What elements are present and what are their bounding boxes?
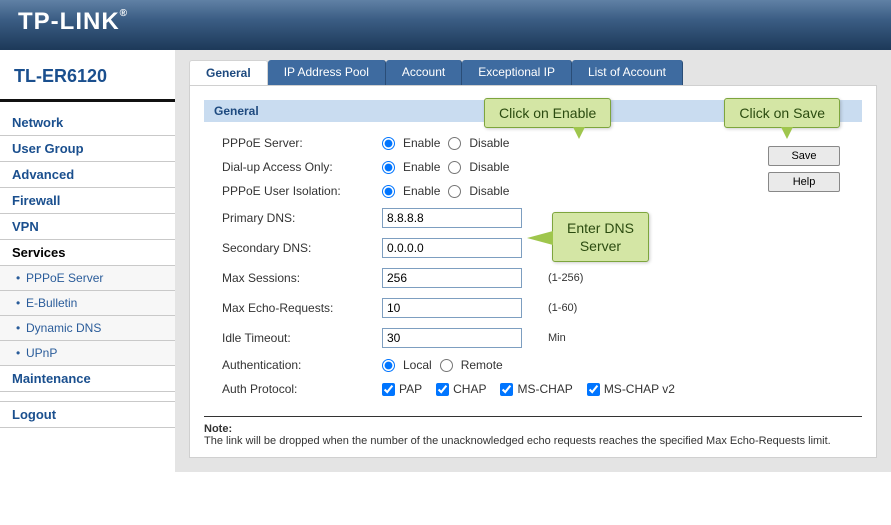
lbl-isolation: PPPoE User Isolation: [222, 184, 382, 198]
sidebar-item-network[interactable]: Network [0, 110, 175, 136]
sidebar-item-usergroup[interactable]: User Group [0, 136, 175, 162]
sidebar-item-services[interactable]: Services [0, 240, 175, 266]
lbl-max-echo: Max Echo-Requests: [222, 301, 382, 315]
tab-exceptional-ip[interactable]: Exceptional IP [462, 60, 572, 85]
note-section: Note: The link will be dropped when the … [204, 416, 862, 447]
radio-pppoe-disable[interactable] [448, 137, 461, 150]
hint-idle: Min [548, 332, 862, 344]
chk-mschap2[interactable] [587, 383, 600, 396]
sidebar-spacer [0, 392, 175, 402]
sidebar-item-vpn[interactable]: VPN [0, 214, 175, 240]
header: TP-LINK® [0, 0, 891, 50]
content-area: General IP Address Pool Account Exceptio… [175, 50, 891, 472]
sidebar-item-firewall[interactable]: Firewall [0, 188, 175, 214]
tab-general[interactable]: General [189, 60, 268, 85]
logo: TP-LINK® [18, 8, 128, 35]
chk-pap[interactable] [382, 383, 395, 396]
radio-isolation-enable[interactable] [382, 185, 395, 198]
radio-dialup-disable[interactable] [448, 161, 461, 174]
lbl-auth: Authentication: [222, 358, 382, 372]
note-text: The link will be dropped when the number… [204, 435, 831, 447]
lbl-protocol: Auth Protocol: [222, 382, 382, 396]
callout-dns: Enter DNSServer [552, 212, 649, 262]
hint-max-echo: (1-60) [548, 302, 862, 314]
model-label: TL-ER6120 [0, 60, 175, 102]
tab-list-account[interactable]: List of Account [572, 60, 683, 85]
tab-account[interactable]: Account [386, 60, 462, 85]
lbl-enable: Enable [403, 136, 440, 150]
help-button[interactable]: Help [768, 172, 840, 192]
tabs: General IP Address Pool Account Exceptio… [189, 60, 877, 85]
lbl-secondary-dns: Secondary DNS: [222, 241, 382, 255]
sidebar-item-logout[interactable]: Logout [0, 402, 175, 428]
chk-mschap[interactable] [500, 383, 513, 396]
lbl-idle: Idle Timeout: [222, 331, 382, 345]
lbl-max-sessions: Max Sessions: [222, 271, 382, 285]
sidebar-item-advanced[interactable]: Advanced [0, 162, 175, 188]
section-title: General [204, 100, 862, 122]
sidebar-item-maintenance[interactable]: Maintenance [0, 366, 175, 392]
chk-chap[interactable] [436, 383, 449, 396]
lbl-dialup: Dial-up Access Only: [222, 160, 382, 174]
lbl-disable: Disable [469, 136, 509, 150]
radio-auth-local[interactable] [382, 359, 395, 372]
sidebar-sub-pppoe[interactable]: PPPoE Server [0, 266, 175, 291]
save-button[interactable]: Save [768, 146, 840, 166]
radio-auth-remote[interactable] [440, 359, 453, 372]
sidebar-sub-upnp[interactable]: UPnP [0, 341, 175, 366]
sidebar-sub-ddns[interactable]: Dynamic DNS [0, 316, 175, 341]
input-secondary-dns[interactable] [382, 238, 522, 258]
hint-max-sessions: (1-256) [548, 272, 862, 284]
input-max-sessions[interactable] [382, 268, 522, 288]
input-primary-dns[interactable] [382, 208, 522, 228]
radio-dialup-enable[interactable] [382, 161, 395, 174]
radio-pppoe-enable[interactable] [382, 137, 395, 150]
radio-isolation-disable[interactable] [448, 185, 461, 198]
sidebar-sub-ebulletin[interactable]: E-Bulletin [0, 291, 175, 316]
note-title: Note: [204, 423, 232, 435]
lbl-primary-dns: Primary DNS: [222, 211, 382, 225]
sidebar: TL-ER6120 Network User Group Advanced Fi… [0, 50, 175, 472]
lbl-pppoe-server: PPPoE Server: [222, 136, 382, 150]
tab-ip-pool[interactable]: IP Address Pool [268, 60, 386, 85]
panel: Click on Enable Click on Save General Sa… [189, 85, 877, 458]
input-idle[interactable] [382, 328, 522, 348]
input-max-echo[interactable] [382, 298, 522, 318]
